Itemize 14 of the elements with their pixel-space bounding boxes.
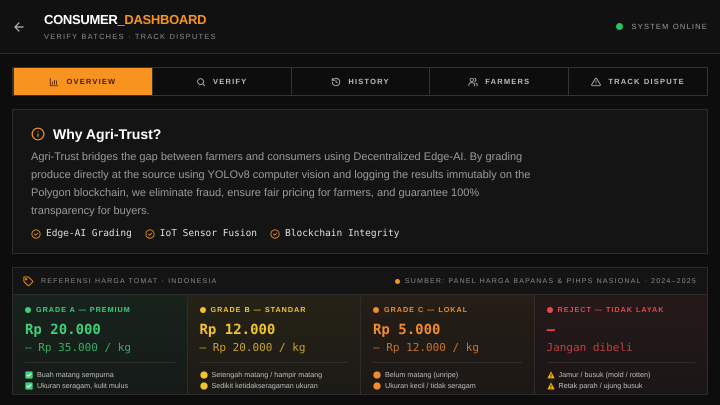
grade-price: Rp 12.000: [200, 322, 276, 338]
feature-label: IoT Sensor Fusion: [160, 228, 258, 239]
page-title: CONSUMER_DASHBOARD: [44, 12, 208, 27]
price-range: Jangan dibeli: [546, 341, 695, 363]
feature-label: Blockchain Integrity: [285, 228, 400, 239]
grade-price: Rp 5.000: [373, 322, 442, 338]
price-range: – Rp 12.000 / kg: [373, 341, 522, 363]
price-range: – Rp 35.000 / kg: [25, 341, 174, 363]
grade-price: —: [546, 322, 556, 338]
grade-price: Rp 20.000: [25, 322, 102, 338]
info-title: Why Agri-Trust?: [53, 126, 162, 142]
info-text: Agri-Trust bridges the gap between farmers and consumers using Decentralized Edge-AI. By grading produce directly at the source using YOLOv8 computer vision and logging the results immutably on the Polygon blockchain, we eliminate fraud, ensure fair pricing for farmers, and guarantee 100% transparency for buyers.: [31, 150, 532, 219]
price-range: – Rp 20.000 / kg: [200, 341, 348, 363]
feature-label: Edge-AI Grading: [46, 228, 132, 239]
